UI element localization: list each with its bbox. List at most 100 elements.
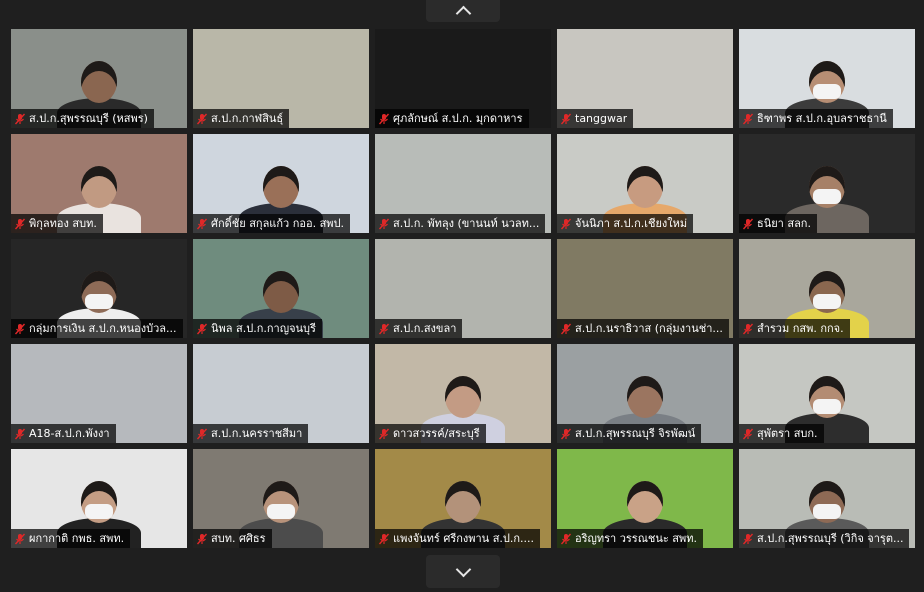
- mic-muted-icon: [378, 113, 390, 125]
- participant-video-tile[interactable]: ส.ป.ก.สงขลา: [375, 239, 551, 338]
- scroll-down-button[interactable]: [426, 555, 500, 588]
- participant-name-label: ส.ป.ก.นครราชสีมา: [193, 424, 309, 443]
- participant-name: ธนิยา สลก.: [757, 217, 811, 230]
- participant-name-label: กลุ่มการเงิน ส.ป.ก.หนองบัวล...: [11, 319, 183, 338]
- mic-muted-icon: [560, 428, 572, 440]
- face-mask: [813, 294, 841, 309]
- participant-name-label: ส.ป.ก. พัทลุง (ขานนท์ นวลท...: [375, 214, 546, 233]
- participant-name: ส.ป.ก.สุพรรณบุรี (วิกิจ จารุต...: [757, 532, 904, 545]
- participant-video-tile[interactable]: กลุ่มการเงิน ส.ป.ก.หนองบัวล...: [11, 239, 187, 338]
- participant-name-label: ธนิยา สลก.: [739, 214, 817, 233]
- participant-video-tile[interactable]: ดาวสวรรค์/สระบุรี: [375, 344, 551, 443]
- mic-muted-icon: [378, 428, 390, 440]
- participant-face: [263, 271, 299, 313]
- participant-name: นิพล ส.ป.ก.กาญจนบุรี: [211, 322, 316, 335]
- mic-muted-icon: [14, 218, 26, 230]
- participant-name-label: ศักดิ์ชัย สกุลแก้ว กออ. สพป.: [193, 214, 351, 233]
- participant-video-tile[interactable]: ส.ป.ก.สุพรรณบุรี (หสพร): [11, 29, 187, 128]
- mic-muted-icon: [196, 113, 208, 125]
- participant-name-label: tanggwar: [557, 109, 634, 128]
- participant-video-tile[interactable]: อริญทรา วรรณชนะ สพท.: [557, 449, 733, 548]
- participant-video-tile[interactable]: ส.ป.ก.กาฬสินธุ์: [193, 29, 369, 128]
- participant-video-tile[interactable]: ธิฑาพร ส.ป.ก.อุบลราชธานี: [739, 29, 915, 128]
- participant-name: tanggwar: [575, 112, 628, 125]
- participant-video-tile[interactable]: ส.ป.ก.สุพรรณบุรี (วิกิจ จารุต...: [739, 449, 915, 548]
- participant-name-label: ส.ป.ก.สุพรรณบุรี (วิกิจ จารุต...: [739, 529, 910, 548]
- face-mask: [813, 399, 841, 414]
- participant-name-label: ส.ป.ก.นราธิวาส (กลุ่มงานช่า...: [557, 319, 729, 338]
- participant-name: อริญทรา วรรณชนะ สพท.: [575, 532, 698, 545]
- participant-name: ส.ป.ก.นครราชสีมา: [211, 427, 303, 440]
- participant-name: ธิฑาพร ส.ป.ก.อุบลราชธานี: [757, 112, 887, 125]
- mic-muted-icon: [560, 533, 572, 545]
- participant-video-tile[interactable]: A18-ส.ป.ก.พังงา: [11, 344, 187, 443]
- face-mask: [813, 84, 841, 99]
- participant-video-tile[interactable]: พิกุลทอง สบท.: [11, 134, 187, 233]
- chevron-down-icon: [455, 561, 471, 577]
- mic-muted-icon: [196, 218, 208, 230]
- participant-name: ส.ป.ก.สุพรรณบุรี (หสพร): [29, 112, 148, 125]
- mic-muted-icon: [742, 218, 754, 230]
- participant-name: ผกากาติ กพธ. สพท.: [29, 532, 125, 545]
- mic-muted-icon: [14, 323, 26, 335]
- mic-muted-icon: [560, 218, 572, 230]
- video-gallery: ส.ป.ก.สุพรรณบุรี (หสพร) ส.ป.ก.กาฬสินธุ์ ศุ…: [11, 29, 915, 548]
- participant-video-tile[interactable]: ธนิยา สลก.: [739, 134, 915, 233]
- face-mask: [85, 294, 113, 309]
- participant-name: ดาวสวรรค์/สระบุรี: [393, 427, 480, 440]
- participant-name: สำรวม กสพ. กกจ.: [757, 322, 844, 335]
- participant-name-label: สุพัตรา สบก.: [739, 424, 824, 443]
- face-mask: [85, 504, 113, 519]
- participant-name: พิกุลทอง สบท.: [29, 217, 97, 230]
- mic-muted-icon: [742, 323, 754, 335]
- participant-video-tile[interactable]: tanggwar: [557, 29, 733, 128]
- participant-name-label: พิกุลทอง สบท.: [11, 214, 103, 233]
- participant-video-tile[interactable]: นิพล ส.ป.ก.กาญจนบุรี: [193, 239, 369, 338]
- mic-muted-icon: [378, 533, 390, 545]
- participant-name-label: นิพล ส.ป.ก.กาญจนบุรี: [193, 319, 322, 338]
- mic-muted-icon: [14, 113, 26, 125]
- participant-video-tile[interactable]: ศุภลักษณ์ ส.ป.ก. มุกดาหาร: [375, 29, 551, 128]
- mic-muted-icon: [742, 428, 754, 440]
- participant-video-tile[interactable]: สำรวม กสพ. กกจ.: [739, 239, 915, 338]
- mic-muted-icon: [14, 533, 26, 545]
- participant-name: ส.ป.ก.สงขลา: [393, 322, 457, 335]
- participant-face: [627, 166, 663, 208]
- scroll-up-button[interactable]: [426, 0, 500, 22]
- participant-video-tile[interactable]: ผกากาติ กพธ. สพท.: [11, 449, 187, 548]
- participant-video-tile[interactable]: ศักดิ์ชัย สกุลแก้ว กออ. สพป.: [193, 134, 369, 233]
- participant-face: [627, 481, 663, 523]
- participant-face: [445, 481, 481, 523]
- participant-name-label: ส.ป.ก.สุพรรณบุรี (หสพร): [11, 109, 154, 128]
- participant-name-label: ศุภลักษณ์ ส.ป.ก. มุกดาหาร: [375, 109, 529, 128]
- participant-name: ส.ป.ก.กาฬสินธุ์: [211, 112, 284, 125]
- mic-muted-icon: [742, 533, 754, 545]
- participant-name: สุพัตรา สบก.: [757, 427, 818, 440]
- chevron-up-icon: [455, 5, 471, 22]
- participant-name-label: ธิฑาพร ส.ป.ก.อุบลราชธานี: [739, 109, 893, 128]
- participant-video-tile[interactable]: ส.ป.ก.นราธิวาส (กลุ่มงานช่า...: [557, 239, 733, 338]
- mic-muted-icon: [560, 323, 572, 335]
- participant-video-tile[interactable]: ส.ป.ก. พัทลุง (ขานนท์ นวลท...: [375, 134, 551, 233]
- participant-name-label: จันนิภา ส.ป.ก.เชียงใหม่: [557, 214, 694, 233]
- participant-video-tile[interactable]: สบท. ศศิธร: [193, 449, 369, 548]
- participant-name-label: แพงจันทร์ ศรีกงพาน ส.ป.ก....: [375, 529, 541, 548]
- participant-face: [81, 166, 117, 208]
- participant-name-label: อริญทรา วรรณชนะ สพท.: [557, 529, 704, 548]
- participant-name-label: ส.ป.ก.สงขลา: [375, 319, 463, 338]
- participant-name-label: สำรวม กสพ. กกจ.: [739, 319, 850, 338]
- participant-video-tile[interactable]: แพงจันทร์ ศรีกงพาน ส.ป.ก....: [375, 449, 551, 548]
- participant-name-label: A18-ส.ป.ก.พังงา: [11, 424, 116, 443]
- participant-name: ศุภลักษณ์ ส.ป.ก. มุกดาหาร: [393, 112, 523, 125]
- participant-video-tile[interactable]: จันนิภา ส.ป.ก.เชียงใหม่: [557, 134, 733, 233]
- participant-video-tile[interactable]: ส.ป.ก.นครราชสีมา: [193, 344, 369, 443]
- participant-name: A18-ส.ป.ก.พังงา: [29, 427, 110, 440]
- participant-name: แพงจันทร์ ศรีกงพาน ส.ป.ก....: [393, 532, 535, 545]
- mic-muted-icon: [560, 113, 572, 125]
- participant-video-tile[interactable]: ส.ป.ก.สุพรรณบุรี จิรพัฒน์: [557, 344, 733, 443]
- participant-face: [81, 61, 117, 103]
- participant-video-tile[interactable]: สุพัตรา สบก.: [739, 344, 915, 443]
- mic-muted-icon: [196, 428, 208, 440]
- participant-name-label: ผกากาติ กพธ. สพท.: [11, 529, 131, 548]
- participant-name-label: ดาวสวรรค์/สระบุรี: [375, 424, 486, 443]
